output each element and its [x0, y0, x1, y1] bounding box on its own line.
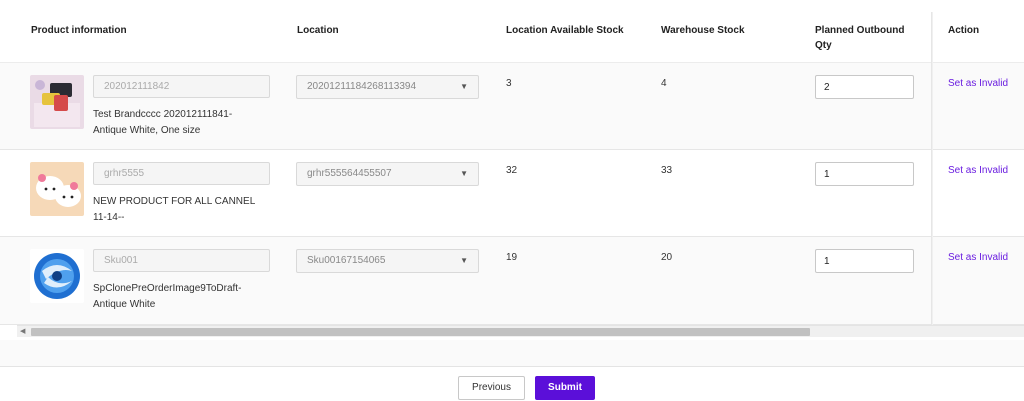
location-value: grhr555564455507 [307, 168, 392, 179]
spacer-band [0, 340, 1024, 366]
product-thumbnail [30, 75, 84, 129]
header-planned-outbound-line1: Planned Outbound [815, 25, 905, 36]
sku-field[interactable] [93, 75, 270, 98]
header-planned-outbound-line2: Qty [815, 40, 832, 51]
horizontal-scrollbar[interactable]: ◀ [17, 325, 1024, 337]
product-name-line2: Antique White, One size [93, 125, 201, 136]
header-location-available-stock: Location Available Stock [506, 25, 624, 36]
header-action: Action [948, 25, 980, 36]
scrollbar-thumb[interactable] [31, 328, 810, 336]
header-location: Location [297, 25, 339, 36]
caret-down-icon: ▼ [460, 82, 468, 91]
location-value: 20201211184268113394 [307, 81, 417, 92]
location-value: Sku00167154065 [307, 255, 386, 266]
product-name-line2: 11-14-- [93, 212, 125, 223]
header-product-information: Product information [31, 25, 127, 36]
set-as-invalid-link[interactable]: Set as Invalid [948, 252, 1008, 263]
product-thumbnail [30, 249, 84, 303]
table-header: Product information Location Location Av… [0, 0, 1024, 63]
product-thumbnail [30, 162, 84, 216]
table-row: SpClonePreOrderImage9ToDraft- Antique Wh… [0, 237, 1024, 325]
warehouse-stock: 20 [661, 252, 673, 263]
location-available-stock: 32 [506, 165, 518, 176]
sku-field[interactable] [93, 249, 270, 272]
location-select[interactable]: grhr555564455507 ▼ [296, 162, 479, 186]
set-as-invalid-link[interactable]: Set as Invalid [948, 78, 1008, 89]
set-as-invalid-link[interactable]: Set as Invalid [948, 165, 1008, 176]
previous-button[interactable]: Previous [458, 376, 525, 400]
submit-button[interactable]: Submit [535, 376, 595, 400]
outbound-table: Product information Location Location Av… [0, 0, 1024, 340]
product-name: NEW PRODUCT FOR ALL CANNEL 11-14-- [93, 194, 273, 226]
product-name: SpClonePreOrderImage9ToDraft- Antique Wh… [93, 281, 273, 313]
product-name-line1: SpClonePreOrderImage9ToDraft- [93, 283, 242, 294]
warehouse-stock: 33 [661, 165, 673, 176]
table-row: NEW PRODUCT FOR ALL CANNEL 11-14-- grhr5… [0, 150, 1024, 237]
header-warehouse-stock: Warehouse Stock [661, 25, 745, 36]
planned-outbound-qty-input[interactable] [815, 162, 914, 186]
location-select[interactable]: Sku00167154065 ▼ [296, 249, 479, 273]
product-name-line2: Antique White [93, 299, 156, 310]
product-name: Test Brandcccc 202012111841- Antique Whi… [93, 107, 273, 139]
table-row: Test Brandcccc 202012111841- Antique Whi… [0, 63, 1024, 150]
footer-bar: Previous Submit [0, 366, 1024, 401]
location-available-stock: 19 [506, 252, 518, 263]
header-planned-outbound-qty: Planned Outbound Qty [815, 23, 904, 53]
fixed-column-divider [931, 12, 933, 325]
location-available-stock: 3 [506, 78, 512, 89]
caret-down-icon: ▼ [460, 169, 468, 178]
caret-down-icon: ▼ [460, 256, 468, 265]
warehouse-stock: 4 [661, 78, 667, 89]
product-name-line1: Test Brandcccc 202012111841- [93, 109, 233, 120]
location-select[interactable]: 20201211184268113394 ▼ [296, 75, 479, 99]
product-name-line1: NEW PRODUCT FOR ALL CANNEL [93, 196, 256, 207]
planned-outbound-qty-input[interactable] [815, 75, 914, 99]
sku-field[interactable] [93, 162, 270, 185]
planned-outbound-qty-input[interactable] [815, 249, 914, 273]
arrow-left-icon[interactable]: ◀ [20, 327, 25, 335]
